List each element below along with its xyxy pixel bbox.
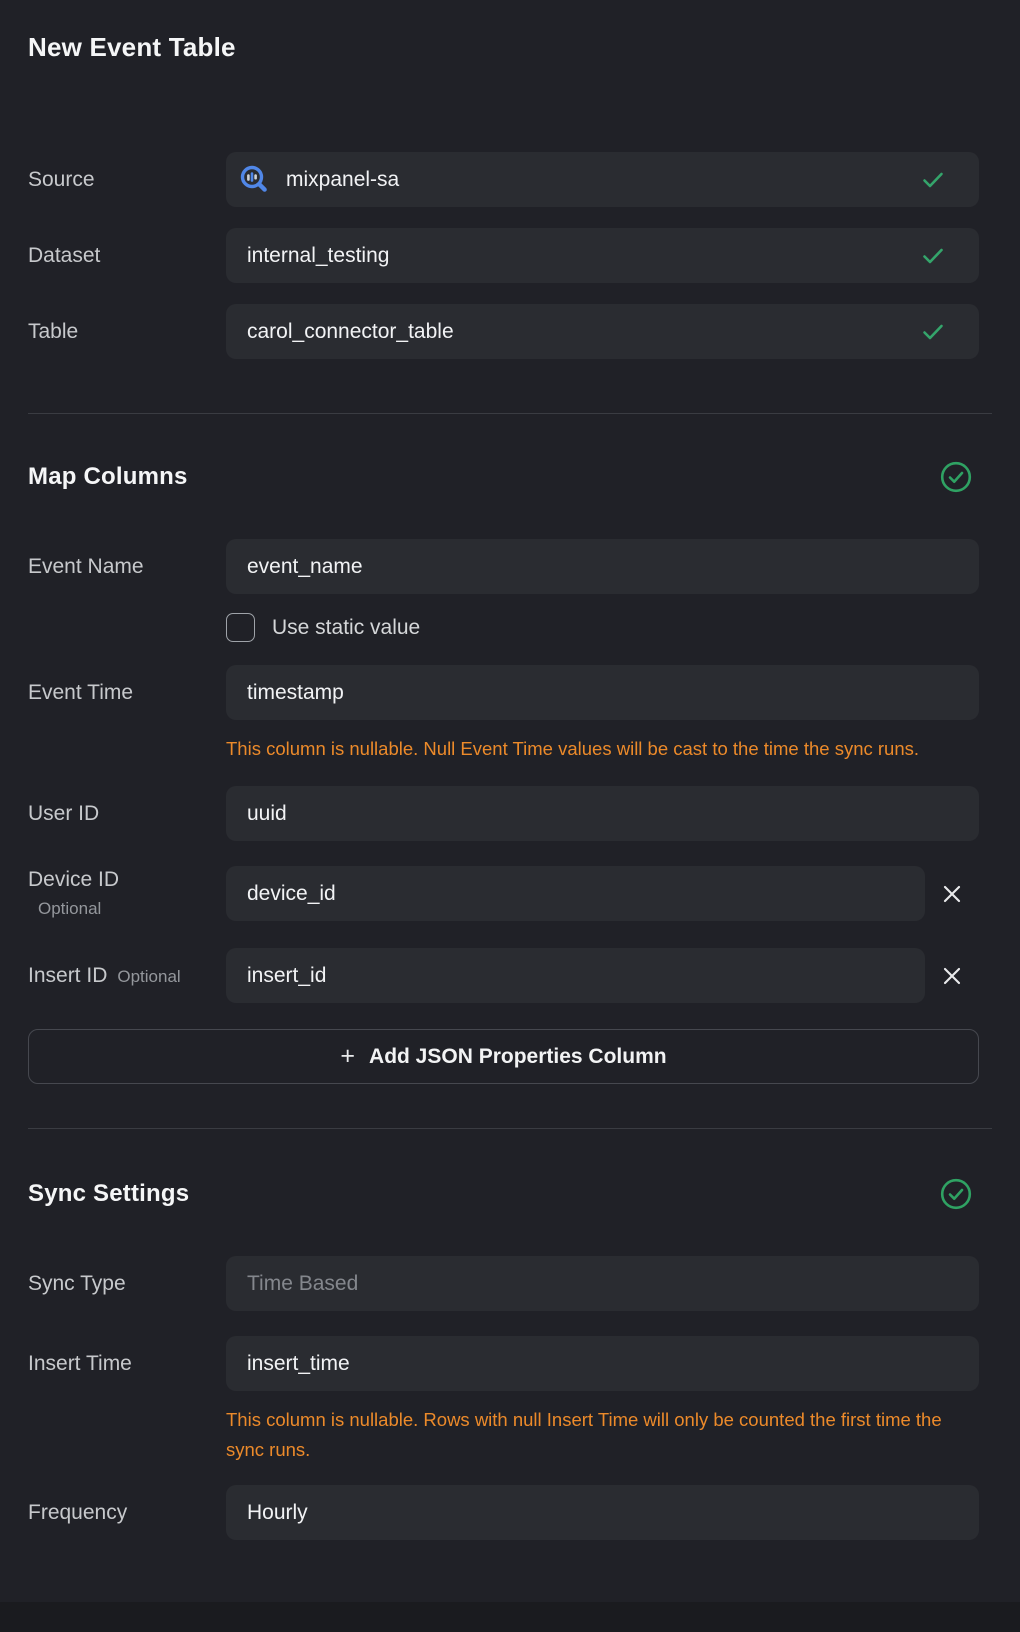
dataset-label: Dataset	[28, 244, 226, 268]
frequency-field[interactable]: Hourly	[226, 1485, 979, 1540]
close-icon	[942, 884, 962, 904]
table-row: Table carol_connector_table	[28, 304, 979, 359]
table-field[interactable]: carol_connector_table	[226, 304, 979, 359]
page-title: New Event Table	[28, 0, 979, 62]
event-name-label: Event Name	[28, 555, 226, 579]
sync-type-field: Time Based	[226, 1256, 979, 1311]
add-json-properties-label: Add JSON Properties Column	[369, 1045, 667, 1069]
event-name-row: Event Name event_name	[28, 539, 979, 594]
event-name-field[interactable]: event_name	[226, 539, 979, 594]
insert-time-row: Insert Time insert_time	[28, 1336, 979, 1391]
insert-time-value: insert_time	[247, 1352, 350, 1376]
event-time-label: Event Time	[28, 681, 226, 705]
insert-id-row: Insert ID Optional insert_id	[28, 948, 979, 1003]
close-icon	[942, 966, 962, 986]
insert-id-optional-tag: Optional	[117, 967, 180, 987]
source-field[interactable]: mixpanel-sa	[226, 152, 979, 207]
insert-id-field[interactable]: insert_id	[226, 948, 925, 1003]
sync-type-label: Sync Type	[28, 1272, 226, 1296]
map-columns-heading: Map Columns	[28, 463, 188, 491]
device-id-field[interactable]: device_id	[226, 866, 925, 921]
remove-insert-id-button[interactable]	[925, 966, 979, 986]
device-id-value: device_id	[247, 882, 336, 906]
frequency-value: Hourly	[247, 1501, 308, 1525]
dataset-row: Dataset internal_testing	[28, 228, 979, 283]
user-id-row: User ID uuid	[28, 786, 979, 841]
device-id-optional-tag: Optional	[28, 899, 214, 919]
event-time-field[interactable]: timestamp	[226, 665, 979, 720]
sync-settings-header: Sync Settings	[28, 1177, 979, 1210]
insert-id-label: Insert ID Optional	[28, 964, 226, 988]
insert-time-label: Insert Time	[28, 1352, 226, 1376]
source-bigquery-icon	[236, 162, 272, 198]
user-id-field[interactable]: uuid	[226, 786, 979, 841]
user-id-label: User ID	[28, 802, 226, 826]
event-name-value: event_name	[247, 555, 363, 579]
source-valid-check-icon	[922, 171, 944, 189]
event-time-value: timestamp	[247, 681, 344, 705]
device-id-label: Device ID Optional	[28, 868, 226, 919]
device-id-row: Device ID Optional device_id	[28, 866, 979, 921]
insert-time-warning: This column is nullable. Rows with null …	[226, 1405, 961, 1465]
insert-id-value: insert_id	[247, 964, 326, 988]
table-valid-check-icon	[922, 323, 944, 341]
use-static-value-row: Use static value	[226, 613, 979, 642]
dataset-value: internal_testing	[247, 244, 389, 268]
source-label: Source	[28, 168, 226, 192]
map-columns-complete-check-icon	[940, 461, 972, 493]
dataset-valid-check-icon	[922, 247, 944, 265]
source-row: Source mixpanel-sa	[28, 152, 979, 207]
frequency-row: Frequency Hourly	[28, 1485, 979, 1540]
dataset-field[interactable]: internal_testing	[226, 228, 979, 283]
table-label: Table	[28, 320, 226, 344]
add-json-properties-button[interactable]: + Add JSON Properties Column	[28, 1029, 979, 1084]
event-time-row: Event Time timestamp	[28, 665, 979, 720]
footer-strip	[0, 1602, 1020, 1632]
user-id-value: uuid	[247, 802, 287, 826]
sync-settings-heading: Sync Settings	[28, 1180, 189, 1208]
frequency-label: Frequency	[28, 1501, 226, 1525]
sync-settings-complete-check-icon	[940, 1178, 972, 1210]
event-time-warning: This column is nullable. Null Event Time…	[226, 734, 961, 764]
plus-icon: +	[340, 1044, 355, 1069]
source-value: mixpanel-sa	[286, 168, 399, 192]
remove-device-id-button[interactable]	[925, 884, 979, 904]
new-event-table-form: New Event Table Source mixpanel-sa	[0, 0, 1020, 1540]
use-static-value-label: Use static value	[272, 616, 420, 640]
use-static-value-checkbox[interactable]	[226, 613, 255, 642]
map-columns-header: Map Columns	[28, 460, 979, 493]
sync-type-value: Time Based	[247, 1272, 358, 1296]
insert-time-field[interactable]: insert_time	[226, 1336, 979, 1391]
section-divider	[28, 413, 992, 414]
table-value: carol_connector_table	[247, 320, 454, 344]
section-divider	[28, 1128, 992, 1129]
sync-type-row: Sync Type Time Based	[28, 1256, 979, 1311]
